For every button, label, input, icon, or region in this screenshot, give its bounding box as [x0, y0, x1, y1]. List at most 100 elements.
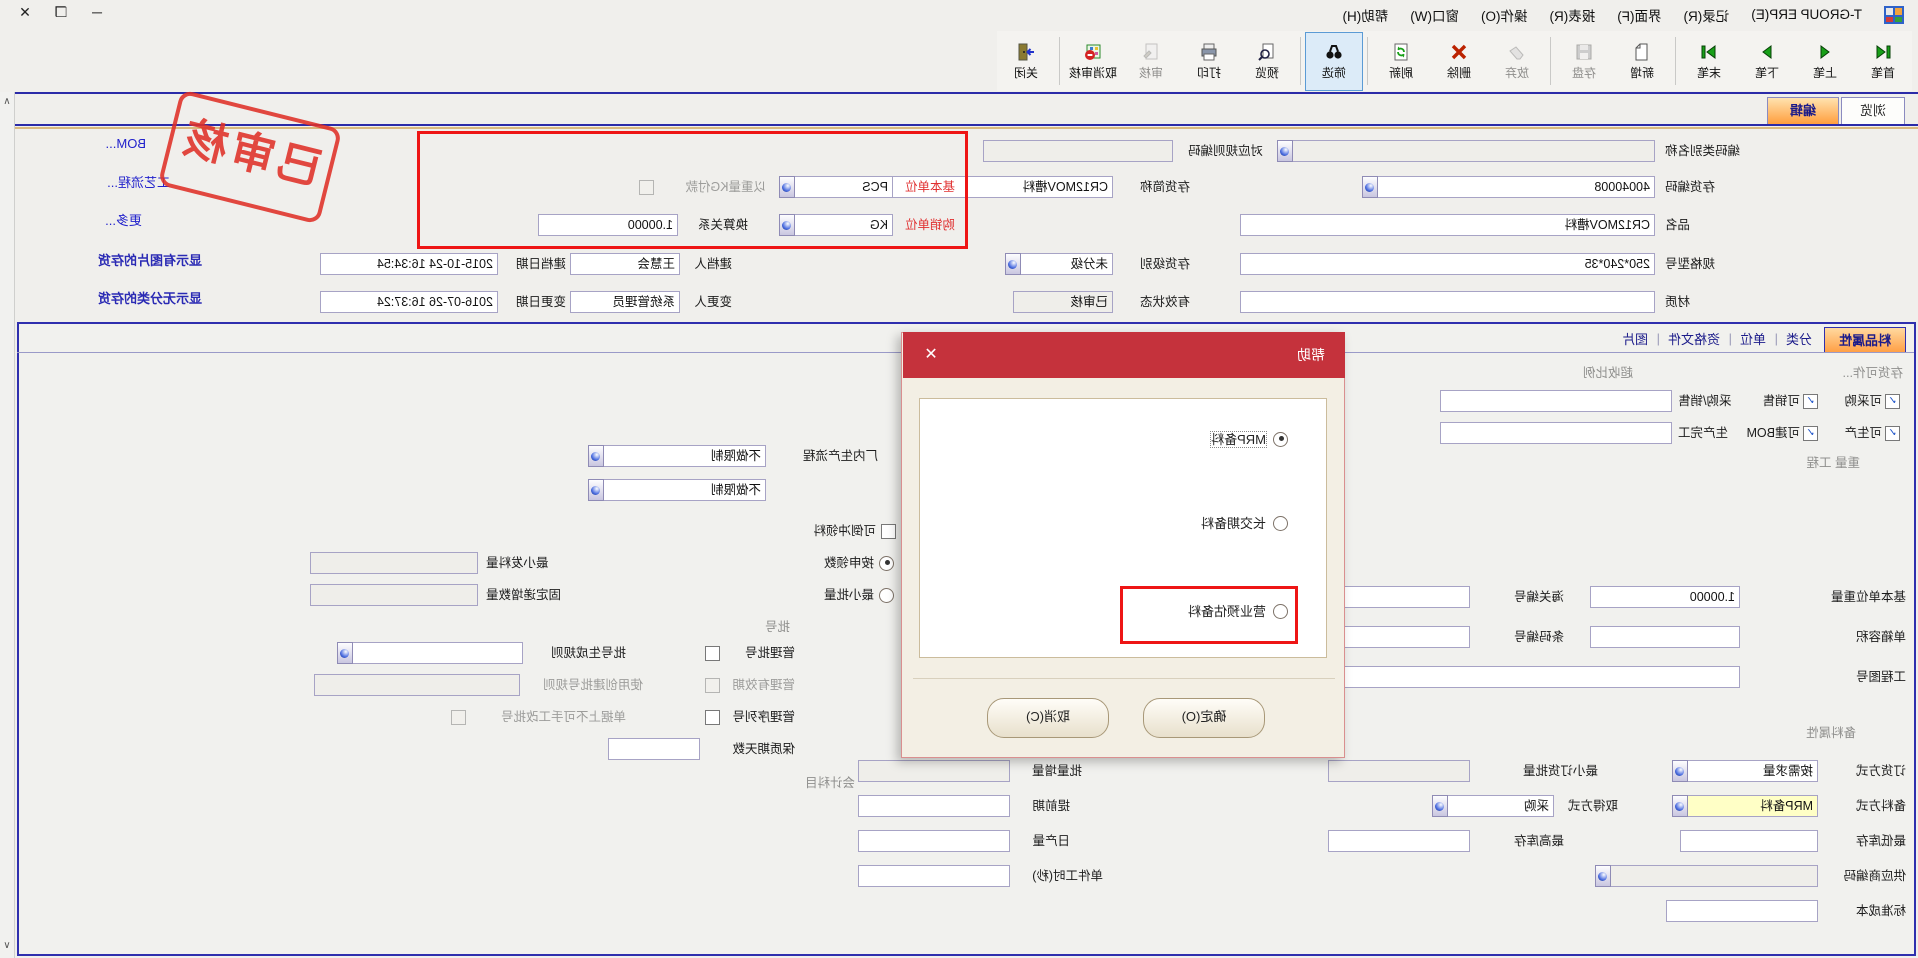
first-record-button[interactable]: 首笔 [1854, 32, 1912, 91]
tab-edit[interactable]: 编辑 [1767, 97, 1839, 124]
lookup-icon[interactable] [588, 445, 604, 467]
order-mode-field[interactable]: 按需求量 [1680, 760, 1818, 782]
lookup-icon[interactable] [779, 214, 795, 236]
lookup-icon[interactable] [588, 479, 604, 501]
produce-done-field[interactable] [1440, 422, 1672, 444]
purchasable-checkbox[interactable]: ✓ [1885, 394, 1900, 409]
show-with-image-link[interactable]: 显示有图片的存货 [98, 250, 202, 269]
min-batch-radio[interactable] [879, 588, 894, 603]
min-issue-field[interactable] [310, 552, 478, 574]
lookup-icon[interactable] [1672, 760, 1688, 782]
by-apply-radio[interactable] [879, 556, 894, 571]
barcode-field[interactable] [1328, 626, 1470, 648]
scroll-down-arrow[interactable]: ∨ [0, 938, 14, 954]
menu-record[interactable]: 记录(R) [1683, 5, 1729, 25]
minimize-button[interactable]: ─ [86, 4, 108, 21]
fixed-inc-field[interactable] [310, 584, 478, 606]
preview-button[interactable]: 预览 [1238, 32, 1296, 91]
material-field[interactable] [1240, 291, 1655, 313]
new-button[interactable]: 新增 [1613, 32, 1671, 91]
menu-help[interactable]: 帮助(H) [1343, 5, 1389, 25]
daily-output-field[interactable] [858, 830, 1010, 852]
close-form-button[interactable]: 关闭 [997, 32, 1055, 91]
scroll-up-arrow[interactable]: ∧ [0, 94, 14, 110]
conversion-field[interactable]: 1.00000 [538, 214, 678, 236]
lookup-icon[interactable] [1672, 795, 1688, 817]
print-button[interactable]: 打印 [1180, 32, 1238, 91]
use-create-rule-field[interactable] [314, 674, 520, 696]
menu-window[interactable]: 窗口(W) [1410, 5, 1459, 25]
lookup-icon[interactable] [1362, 176, 1378, 198]
tab-unit[interactable]: 单位 [1740, 327, 1766, 352]
producible-checkbox[interactable]: ✓ [1885, 426, 1900, 441]
lookup-icon[interactable] [1432, 795, 1448, 817]
refresh-button[interactable]: 刷新 [1372, 32, 1430, 91]
help-dialog-titlebar[interactable]: 帮助 [903, 332, 1345, 378]
lookup-icon[interactable] [779, 176, 795, 198]
purchase-sale-field[interactable] [1440, 390, 1672, 412]
menu-report[interactable]: 报表(R) [1549, 5, 1595, 25]
tab-qualification[interactable]: 资格文件 [1668, 327, 1720, 352]
customs-field[interactable] [1328, 586, 1470, 608]
box-volume-field[interactable] [1590, 626, 1740, 648]
min-order-field[interactable] [1328, 760, 1470, 782]
unit-hours-field[interactable] [858, 865, 1010, 887]
tab-image[interactable]: 图片 [1622, 327, 1648, 352]
sales-forecast-prepare-radio[interactable] [1273, 604, 1288, 619]
save-button[interactable]: 存盘 [1555, 32, 1613, 91]
sellable-checkbox[interactable]: ✓ [1803, 394, 1818, 409]
discard-button[interactable]: 放弃 [1488, 32, 1546, 91]
mrp-prepare-label[interactable]: MRP备料 [1211, 432, 1266, 447]
menu-system[interactable]: T-GROUP ERP(E) [1751, 7, 1862, 22]
audit-button[interactable]: 审核 [1122, 32, 1180, 91]
restore-button[interactable]: ❐ [50, 4, 72, 21]
item-name-field[interactable]: CR12MOV槽料 [1240, 214, 1655, 236]
obtain-mode-field[interactable]: 采购 [1440, 795, 1554, 817]
next-record-button[interactable]: 下笔 [1738, 32, 1796, 91]
cancel-button[interactable]: 取消(C) [987, 698, 1109, 738]
no-manual-batch-checkbox[interactable] [451, 710, 466, 725]
rule-code-field[interactable] [983, 140, 1173, 162]
prepare-mode-field[interactable]: MRP备料 [1680, 795, 1818, 817]
close-button[interactable]: ✕ [14, 4, 36, 21]
inner-flow-field[interactable]: 不做限制 [596, 445, 766, 467]
vertical-scrollbar[interactable] [0, 92, 15, 958]
batch-rule-field[interactable] [345, 642, 523, 664]
mrp-prepare-radio[interactable] [1273, 432, 1288, 447]
manage-batch-checkbox[interactable] [705, 646, 720, 661]
sales-forecast-prepare-label[interactable]: 营业预估备料 [1188, 604, 1266, 619]
pay-by-weight-checkbox[interactable] [639, 180, 654, 195]
filter-button[interactable]: 筛选 [1305, 32, 1363, 91]
item-level-field[interactable]: 未分级 [1013, 253, 1113, 275]
item-code-field[interactable]: 40040008 [1370, 176, 1655, 198]
unit-weight-field[interactable]: 1.00000 [1590, 586, 1740, 608]
lead-time-field[interactable] [858, 795, 1010, 817]
code-category-field[interactable] [1285, 140, 1655, 162]
outer-flow-field[interactable]: 不做限制 [596, 479, 766, 501]
show-unclassified-link[interactable]: 显示无分类的存货 [98, 288, 202, 307]
tab-browse[interactable]: 浏览 [1841, 97, 1905, 124]
cancel-audit-button[interactable]: 取消审核 [1064, 32, 1122, 91]
min-stock-field[interactable] [1680, 830, 1818, 852]
base-unit-field[interactable]: PCS [787, 176, 893, 198]
lookup-icon[interactable] [337, 642, 353, 664]
supplier-code-field[interactable] [1603, 865, 1818, 887]
menu-interface[interactable]: 界面(F) [1617, 5, 1661, 25]
manage-serial-checkbox[interactable] [705, 710, 720, 725]
spec-field[interactable]: 250*240*35 [1240, 253, 1655, 275]
std-cost-field[interactable] [1666, 900, 1818, 922]
max-stock-field[interactable] [1328, 830, 1470, 852]
delete-button[interactable]: 删除 [1430, 32, 1488, 91]
ok-button[interactable]: 确定(O) [1143, 698, 1265, 738]
lookup-icon[interactable] [1277, 140, 1293, 162]
lookup-icon[interactable] [1595, 865, 1611, 887]
tab-classification[interactable]: 分类 [1786, 327, 1812, 352]
backflush-checkbox[interactable] [881, 524, 896, 539]
last-record-button[interactable]: 末笔 [1680, 32, 1738, 91]
dialog-close-icon[interactable]: ✕ [917, 343, 945, 367]
tab-item-properties[interactable]: 料品属性 [1824, 327, 1906, 353]
bom-allowed-checkbox[interactable]: ✓ [1803, 426, 1818, 441]
more-link[interactable]: 更多... [105, 210, 142, 229]
lookup-icon[interactable] [1005, 253, 1021, 275]
prev-record-button[interactable]: 上笔 [1796, 32, 1854, 91]
